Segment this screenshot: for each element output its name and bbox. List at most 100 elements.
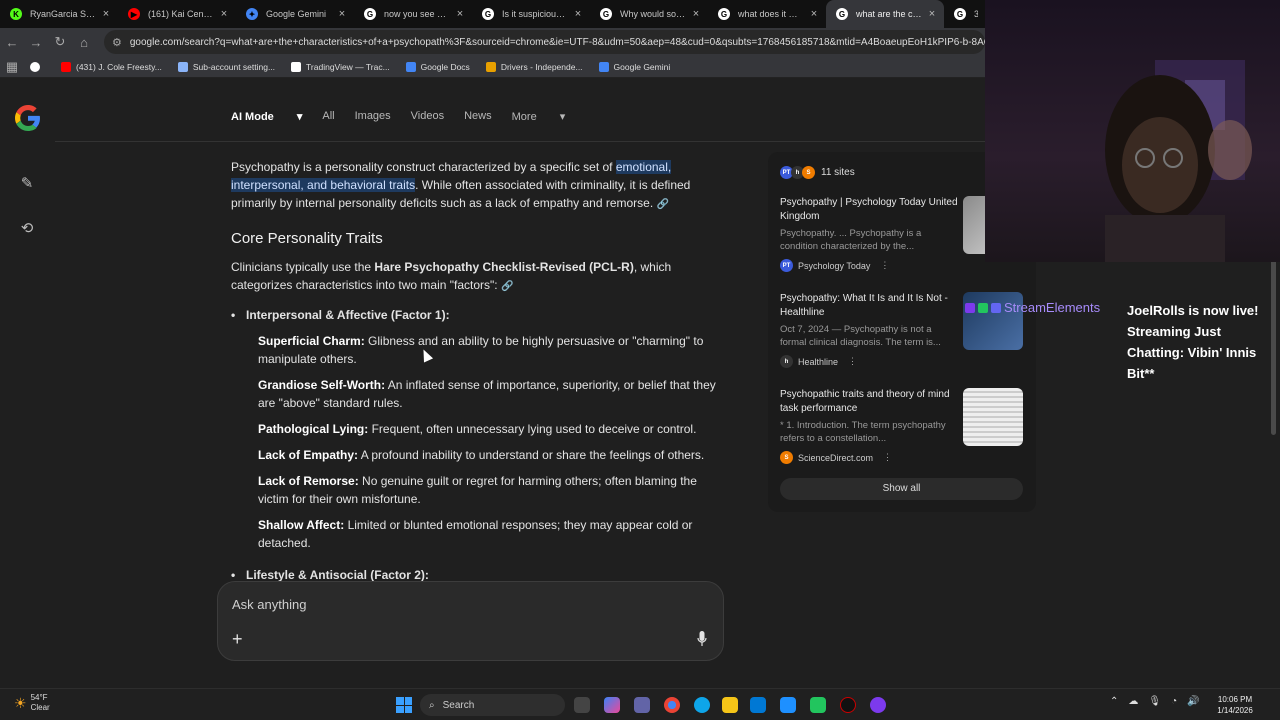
microphone-icon[interactable]: 🎙: [1148, 696, 1161, 707]
tab-more[interactable]: More ▾: [512, 110, 566, 123]
reload-icon[interactable]: ↻: [48, 34, 72, 50]
source-title[interactable]: Psychopathic traits and theory of mind t…: [780, 388, 960, 416]
source-title[interactable]: Psychopathy: What It Is and It Is Not - …: [780, 292, 960, 320]
section-heading: Core Personality Traits: [231, 230, 383, 247]
bookmark-favicon-icon: [291, 61, 302, 72]
browser-tab[interactable]: Gwhat does it mean ×: [708, 0, 826, 28]
tab-favicon-icon: G: [482, 8, 494, 20]
app-icon[interactable]: [840, 697, 856, 713]
site-favicon-icon: S: [802, 166, 815, 179]
apps-grid-icon[interactable]: ▦: [0, 59, 24, 75]
bookmark-item[interactable]: Sub-account setting...: [177, 61, 275, 72]
tab-title: now you see me - G: [384, 9, 450, 19]
close-icon[interactable]: ×: [690, 8, 702, 20]
browser-tab[interactable]: G Why would someo ×: [590, 0, 708, 28]
ask-box[interactable]: Ask anything +: [217, 581, 724, 661]
browser-tab[interactable]: ✦ Google Gemini ×: [236, 0, 354, 28]
edge-icon[interactable]: [694, 697, 710, 713]
close-icon[interactable]: ×: [454, 8, 466, 20]
tab-images[interactable]: Images: [355, 110, 391, 123]
tab-favicon-icon: G: [364, 8, 376, 20]
ask-input[interactable]: Ask anything: [232, 597, 306, 612]
tab-favicon-icon: K: [10, 8, 22, 20]
bookmark-favicon-icon: [177, 61, 188, 72]
link-icon[interactable]: 🔗: [657, 199, 669, 210]
source-thumbnail[interactable]: [963, 388, 1023, 446]
new-chat-icon[interactable]: ✎: [18, 174, 36, 192]
file-explorer-icon[interactable]: [722, 697, 738, 713]
forward-icon[interactable]: →: [24, 35, 48, 50]
trait-desc: A profound inability to understand or sh…: [358, 448, 705, 462]
taskbar-search[interactable]: ⌕ Search: [420, 694, 565, 716]
start-button[interactable]: [396, 697, 412, 713]
link-icon[interactable]: 🔗: [501, 281, 513, 292]
cloud-icon[interactable]: ☁: [1128, 696, 1138, 707]
tab-title: what are the chara: [856, 9, 922, 19]
microphone-icon[interactable]: [697, 631, 707, 647]
app-icon[interactable]: [810, 697, 826, 713]
more-options-icon[interactable]: ⋮: [848, 356, 857, 367]
tab-all[interactable]: All: [322, 110, 334, 123]
browser-tab[interactable]: Gnow you see me - G ×: [354, 0, 472, 28]
browser-tab[interactable]: Gwhat are the chara ×: [826, 0, 944, 28]
browser-tab[interactable]: G Is it suspicious for s ×: [472, 0, 590, 28]
url-bar[interactable]: ⚙ google.com/search?q=what+are+the+chara…: [104, 30, 985, 54]
close-icon[interactable]: ×: [808, 8, 820, 20]
task-view-icon[interactable]: [574, 697, 590, 713]
show-all-button[interactable]: Show all: [780, 478, 1023, 500]
bookmark-item[interactable]: Google Docs: [405, 61, 470, 72]
back-icon[interactable]: ←: [0, 35, 24, 50]
close-icon[interactable]: ×: [926, 8, 938, 20]
home-icon[interactable]: ⌂: [72, 35, 96, 50]
close-icon[interactable]: ×: [218, 8, 230, 20]
close-icon[interactable]: ×: [572, 8, 584, 20]
chat-icon: [965, 302, 975, 313]
source-card[interactable]: Psychopathy | Psychology Today United Ki…: [780, 196, 960, 272]
store-icon[interactable]: [750, 697, 766, 713]
history-icon[interactable]: ⟲: [18, 219, 36, 237]
google-logo-icon[interactable]: [15, 105, 41, 131]
source-card[interactable]: Psychopathic traits and theory of mind t…: [780, 388, 960, 464]
volume-icon[interactable]: 🔊: [1187, 696, 1199, 707]
answer-intro: Psychopathy is a personality construct c…: [231, 160, 691, 210]
teams-icon[interactable]: [634, 697, 650, 713]
browser-tab[interactable]: K RyanGarcia Stream ×: [0, 0, 118, 28]
more-options-icon[interactable]: ⋮: [880, 260, 889, 271]
tab-ai-mode[interactable]: AI Mode ▾: [231, 110, 302, 123]
add-attachment-button[interactable]: +: [232, 629, 243, 650]
more-options-icon[interactable]: ⋮: [883, 452, 892, 463]
tab-favicon-icon: ✦: [246, 8, 258, 20]
network-icon[interactable]: ◔: [1171, 696, 1177, 707]
chevron-up-icon[interactable]: ⌃: [1110, 696, 1118, 707]
source-title[interactable]: Psychopathy | Psychology Today United Ki…: [780, 196, 960, 224]
close-icon[interactable]: ×: [100, 8, 112, 20]
copilot-icon[interactable]: [604, 697, 620, 713]
site-info-icon[interactable]: ⚙: [112, 36, 122, 49]
bookmark-item[interactable]: Drivers - Independe...: [485, 61, 583, 72]
trait-term: Grandiose Self-Worth:: [258, 378, 386, 392]
chrome-icon[interactable]: [664, 697, 680, 713]
close-icon[interactable]: ×: [336, 8, 348, 20]
trait-desc: Frequent, often unnecessary lying used t…: [368, 422, 697, 436]
bookmark-favicon-icon: [598, 61, 609, 72]
weather-icon: ☀: [14, 694, 27, 711]
sites-header[interactable]: PT h S 11 sites: [780, 166, 855, 179]
source-card[interactable]: Psychopathy: What It Is and It Is Not - …: [780, 292, 960, 368]
clock[interactable]: 10:06 PM 1/14/2026: [1210, 694, 1260, 716]
tab-favicon-icon: ▶: [128, 8, 140, 20]
app-icon[interactable]: [870, 697, 886, 713]
browser-tab[interactable]: G 30 x: [944, 0, 984, 28]
bookmark-google-icon[interactable]: [30, 61, 45, 72]
bookmark-item[interactable]: Google Gemini: [598, 61, 670, 72]
tab-videos[interactable]: Videos: [411, 110, 444, 123]
source-snippet: * 1. Introduction. The term psychopathy …: [780, 420, 946, 444]
tab-news[interactable]: News: [464, 110, 492, 123]
browser-tab[interactable]: ▶ (161) Kai Cenat QU ×: [118, 0, 236, 28]
bookmark-item[interactable]: TradingView — Trac...: [291, 61, 390, 72]
outlook-icon[interactable]: [780, 697, 796, 713]
address-toolbar: ← → ↻ ⌂ ⚙ google.com/search?q=what+are+t…: [0, 28, 985, 56]
trait-item: Lack of Empathy: A profound inability to…: [258, 446, 721, 464]
weather-widget[interactable]: ☀ 54°F Clear: [14, 693, 50, 713]
tab-favicon-icon: G: [954, 8, 966, 20]
bookmark-item[interactable]: (431) J. Cole Freesty...: [61, 61, 162, 72]
